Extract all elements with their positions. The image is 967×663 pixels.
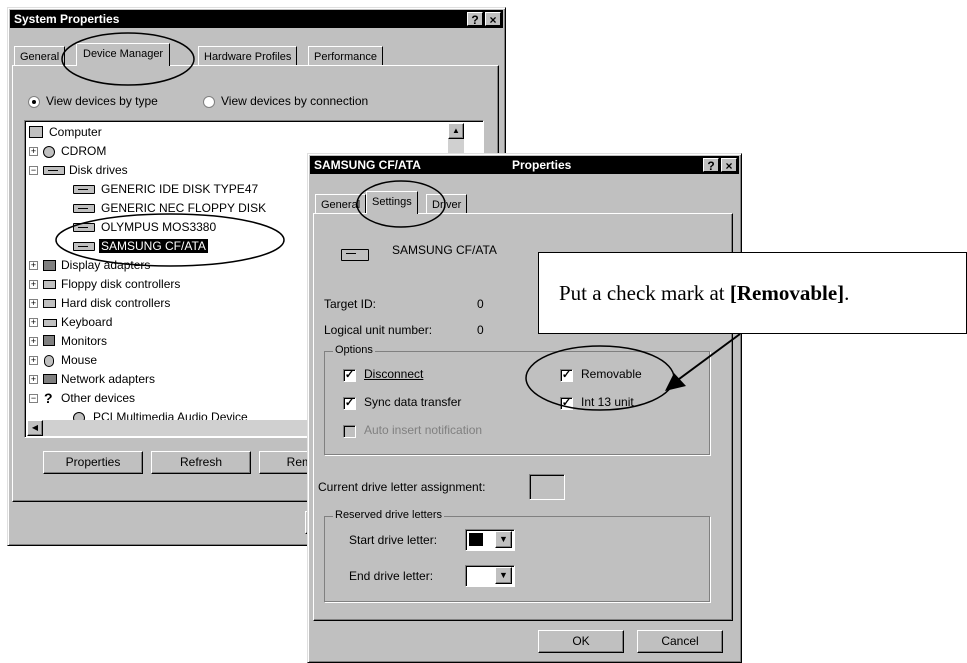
removable-checkbox[interactable]: ✓ (560, 369, 573, 382)
display-adapter-icon (43, 260, 56, 271)
mouse-icon (44, 355, 54, 367)
expand-icon[interactable]: + (29, 261, 38, 270)
view-by-type-radio[interactable] (28, 96, 40, 108)
collapse-icon[interactable]: − (29, 166, 38, 175)
options-group: Options ✓ Disconnect ✓ Removable ✓ Sync … (324, 344, 710, 455)
controller-icon (43, 299, 56, 308)
auto-insert-label: Auto insert notification (364, 423, 483, 437)
options-label: Options (333, 344, 375, 356)
tree-item-floppy-controllers[interactable]: + Floppy disk controllers (29, 275, 180, 294)
ok-button[interactable]: OK (538, 630, 624, 653)
lun-value: 0 (477, 323, 484, 337)
disk-drive-icon (73, 223, 95, 232)
view-by-connection-radio[interactable] (203, 96, 215, 108)
samsung-properties-titlebar[interactable]: SAMSUNG CF/ATA Properties ? × (310, 156, 739, 174)
end-drive-letter-label: End drive letter: (349, 569, 434, 583)
current-drive-letter-label: Current drive letter assignment: (318, 480, 486, 494)
expand-icon[interactable]: + (29, 147, 38, 156)
expand-icon[interactable]: + (29, 375, 38, 384)
keyboard-icon (43, 319, 57, 327)
computer-icon (29, 126, 43, 138)
tree-item-hard-disk-controllers[interactable]: + Hard disk controllers (29, 294, 170, 313)
tree-item-mouse[interactable]: + Mouse (29, 351, 97, 370)
close-button[interactable]: × (485, 12, 501, 27)
tree-item-disk-generic-ide[interactable]: GENERIC IDE DISK TYPE47 (73, 180, 258, 199)
help-button[interactable]: ? (467, 12, 483, 27)
samsung-properties-window: SAMSUNG CF/ATA Properties ? × General Se… (307, 153, 742, 663)
network-adapter-icon (43, 374, 57, 384)
lun-label: Logical unit number: (324, 323, 433, 337)
start-drive-letter-select[interactable]: ▼ (465, 529, 515, 551)
disconnect-checkbox[interactable]: ✓ (343, 369, 356, 382)
tab-general[interactable]: General (315, 194, 367, 214)
dropdown-arrow-icon[interactable]: ▼ (495, 567, 512, 584)
int13-unit-label[interactable]: Int 13 unit (581, 395, 634, 409)
tab-general[interactable]: General (14, 46, 66, 66)
tree-item-other-devices[interactable]: − ? Other devices (29, 389, 135, 408)
tree-item-cdrom[interactable]: + CDROM (29, 142, 106, 161)
tree-item-disk-generic-nec[interactable]: GENERIC NEC FLOPPY DISK (73, 199, 266, 218)
tree-item-disk-drives[interactable]: − Disk drives (29, 161, 128, 180)
auto-insert-checkbox (343, 425, 356, 438)
reserved-drive-letters-group: Reserved drive letters Start drive lette… (324, 509, 710, 602)
tree-item-monitors[interactable]: + Monitors (29, 332, 107, 351)
disk-drive-icon (43, 166, 65, 175)
disk-drive-icon (341, 249, 369, 261)
disk-drive-icon (73, 185, 95, 194)
start-drive-letter-label: Start drive letter: (349, 533, 438, 547)
removable-label[interactable]: Removable (581, 367, 642, 381)
expand-icon[interactable]: + (29, 318, 38, 327)
expand-icon[interactable]: + (29, 356, 38, 365)
window-title-device: SAMSUNG CF/ATA (314, 158, 421, 172)
properties-button[interactable]: Properties (43, 451, 143, 474)
tree-item-display-adapters[interactable]: + Display adapters (29, 256, 150, 275)
scroll-left-button[interactable]: ◀ (27, 420, 43, 436)
view-by-connection-label[interactable]: View devices by connection (221, 94, 368, 108)
end-drive-letter-select[interactable]: ▼ (465, 565, 515, 587)
scroll-up-button[interactable]: ▲ (448, 123, 464, 139)
sync-data-transfer-label[interactable]: Sync data transfer (364, 395, 461, 409)
sync-data-transfer-checkbox[interactable]: ✓ (343, 397, 356, 410)
collapse-icon[interactable]: − (29, 394, 38, 403)
window-title: System Properties (14, 12, 120, 26)
tree-item-computer[interactable]: Computer (29, 123, 102, 142)
help-button[interactable]: ? (703, 158, 719, 173)
int13-unit-checkbox[interactable]: ✓ (560, 397, 573, 410)
window-title-properties: Properties (512, 158, 572, 172)
tab-settings[interactable]: Settings (366, 191, 418, 214)
instruction-callout: Put a check mark at [Removable]. (538, 252, 967, 334)
refresh-button[interactable]: Refresh (151, 451, 251, 474)
tree-item-network-adapters[interactable]: + Network adapters (29, 370, 155, 389)
view-by-type-label[interactable]: View devices by type (46, 94, 158, 108)
expand-icon[interactable]: + (29, 280, 38, 289)
controller-icon (43, 280, 56, 289)
expand-icon[interactable]: + (29, 337, 38, 346)
monitor-icon (43, 335, 55, 346)
tree-item-disk-olympus[interactable]: OLYMPUS MOS3380 (73, 218, 216, 237)
expand-icon[interactable]: + (29, 299, 38, 308)
tab-device-manager[interactable]: Device Manager (76, 43, 171, 66)
disk-drive-icon (73, 204, 95, 213)
reserved-drive-letters-label: Reserved drive letters (333, 509, 444, 521)
selected-value-block (469, 533, 483, 546)
tab-performance[interactable]: Performance (308, 46, 383, 66)
disconnect-label[interactable]: Disconnect (364, 367, 423, 381)
disk-drive-icon (73, 242, 95, 251)
device-name: SAMSUNG CF/ATA (392, 243, 497, 257)
tab-hardware-profiles[interactable]: Hardware Profiles (198, 46, 298, 66)
question-icon: ? (44, 390, 53, 406)
target-id-value: 0 (477, 297, 484, 311)
cancel-button[interactable]: Cancel (637, 630, 723, 653)
target-id-label: Target ID: (324, 297, 377, 311)
tree-item-keyboard[interactable]: + Keyboard (29, 313, 112, 332)
close-button[interactable]: × (721, 158, 737, 173)
tree-item-disk-samsung[interactable]: SAMSUNG CF/ATA (73, 237, 208, 256)
system-properties-titlebar[interactable]: System Properties ? × (10, 10, 503, 28)
tab-driver[interactable]: Driver (426, 194, 468, 214)
dropdown-arrow-icon[interactable]: ▼ (495, 531, 512, 548)
current-drive-letter-field (529, 474, 565, 500)
cdrom-icon (43, 146, 55, 158)
